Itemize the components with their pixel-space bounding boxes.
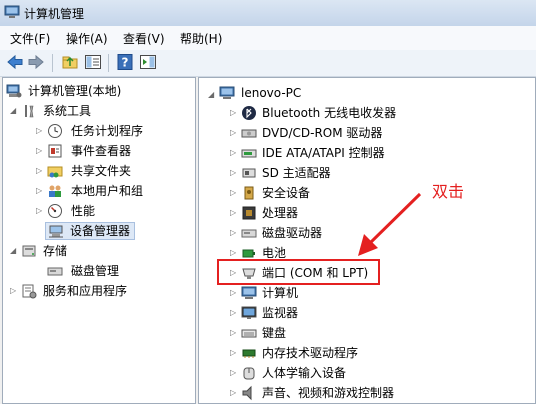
device-category-label: 磁盘驱动器: [262, 226, 323, 240]
device-category-label: 声音、视频和游戏控制器: [262, 386, 395, 400]
tree-label: 事件查看器: [71, 144, 132, 158]
menu-file[interactable]: 文件(F): [10, 30, 50, 47]
computer-management-icon: [4, 5, 20, 18]
expand-arrow-icon[interactable]: ▷: [230, 108, 236, 117]
device-category-label: 计算机: [262, 286, 299, 300]
tree-label: 计算机管理(本地): [28, 84, 122, 98]
computer-icon: [241, 286, 257, 299]
monitor-icon: [241, 306, 257, 319]
memory-chip-icon: [242, 349, 256, 358]
show-hide-tree-icon[interactable]: [84, 53, 102, 71]
collapse-arrow-icon[interactable]: ◢: [10, 106, 16, 115]
clock-icon: [48, 124, 62, 138]
expand-arrow-icon[interactable]: ▷: [230, 348, 236, 357]
device-category-label: DVD/CD-ROM 驱动器: [262, 126, 383, 140]
bluetooth-icon: [242, 106, 256, 120]
cd-drive-icon: [241, 129, 257, 138]
input-device-icon: [243, 367, 255, 380]
help-icon[interactable]: ?: [116, 53, 134, 71]
sd-card-icon: [242, 168, 256, 178]
expand-arrow-icon[interactable]: ▷: [230, 128, 236, 137]
expand-arrow-icon[interactable]: ▷: [36, 126, 42, 135]
back-arrow-icon[interactable]: [6, 53, 24, 71]
services-icon: [22, 284, 37, 299]
tree-label: lenovo-PC: [241, 86, 302, 100]
ide-controller-icon: [241, 149, 257, 158]
expand-arrow-icon[interactable]: ▷: [230, 288, 236, 297]
annotation-arrow-icon: [358, 192, 422, 256]
tree-label: 系统工具: [43, 104, 92, 118]
tree-label: 服务和应用程序: [43, 284, 128, 298]
expand-arrow-icon[interactable]: ▷: [230, 228, 236, 237]
security-device-icon: [244, 186, 254, 200]
device-category-label: 安全设备: [262, 186, 311, 200]
expand-arrow-icon[interactable]: ▷: [36, 206, 42, 215]
expand-arrow-icon[interactable]: ▷: [230, 368, 236, 377]
window-title: 计算机管理: [24, 7, 85, 21]
disk-icon: [241, 229, 257, 238]
device-category-label: SD 主适配器: [262, 166, 331, 180]
keyboard-icon: [241, 329, 257, 338]
title-bar: 计算机管理: [0, 0, 536, 26]
speaker-icon: [242, 385, 252, 401]
svg-text:?: ?: [122, 56, 129, 70]
tree-label: 存储: [43, 244, 68, 258]
device-category-label: 监视器: [262, 306, 299, 320]
tree-label: 设备管理器: [70, 224, 131, 238]
collapse-arrow-icon[interactable]: ◢: [10, 246, 16, 255]
expand-arrow-icon[interactable]: ▷: [230, 388, 236, 397]
expand-arrow-icon[interactable]: ▷: [230, 148, 236, 157]
processor-icon: [242, 206, 256, 220]
expand-arrow-icon[interactable]: ▷: [36, 166, 42, 175]
menu-view[interactable]: 查看(V): [123, 30, 165, 47]
tree-label: 性能: [71, 204, 96, 218]
tree-label: 磁盘管理: [71, 264, 120, 278]
tools-icon: [25, 105, 34, 118]
device-category-label: 内存技术驱动程序: [262, 346, 359, 360]
toolbar: ?: [0, 50, 536, 77]
console-tree-pane[interactable]: 计算机管理(本地) ◢ 系统工具 ▷ 任务计划程序 ▷ 事件查看器 ▷ 共享文件…: [2, 77, 196, 404]
computer-management-icon: [6, 84, 22, 98]
expand-arrow-icon[interactable]: ▷: [230, 208, 236, 217]
computer-icon: [219, 86, 235, 99]
collapse-arrow-icon[interactable]: ◢: [208, 90, 214, 99]
expand-arrow-icon[interactable]: ▷: [230, 248, 236, 257]
device-category-label: 键盘: [262, 326, 287, 340]
show-action-pane-icon[interactable]: [139, 53, 157, 71]
storage-icon: [22, 245, 36, 257]
disk-icon: [47, 267, 63, 276]
expand-arrow-icon[interactable]: ▷: [230, 188, 236, 197]
performance-icon: [48, 204, 62, 218]
expand-arrow-icon[interactable]: ▷: [36, 186, 42, 195]
menu-help[interactable]: 帮助(H): [180, 30, 222, 47]
expand-arrow-icon[interactable]: ▷: [10, 286, 16, 295]
expand-arrow-icon[interactable]: ▷: [230, 308, 236, 317]
shared-folder-icon: [47, 166, 63, 178]
menu-action[interactable]: 操作(A): [66, 30, 108, 47]
tree-label: 任务计划程序: [71, 124, 144, 138]
event-log-icon: [48, 144, 62, 158]
users-icon: [49, 185, 61, 197]
device-category-label: 人体学输入设备: [262, 366, 347, 380]
forward-arrow-icon[interactable]: [27, 53, 45, 71]
tree-label: 本地用户和组: [71, 184, 144, 198]
up-folder-icon[interactable]: [61, 53, 79, 71]
device-category-label: 处理器: [262, 206, 299, 220]
device-category-label: Bluetooth 无线电收发器: [262, 106, 397, 120]
annotation-double-click: 双击: [432, 182, 465, 201]
expand-arrow-icon[interactable]: ▷: [230, 328, 236, 337]
tree-item-device-manager[interactable]: 设备管理器: [45, 222, 135, 240]
expand-arrow-icon[interactable]: ▷: [36, 146, 42, 155]
expand-arrow-icon[interactable]: ▷: [230, 168, 236, 177]
menu-bar: 文件(F) 操作(A) 查看(V) 帮助(H): [0, 26, 536, 51]
tree-label: 共享文件夹: [71, 164, 132, 178]
device-category-label: IDE ATA/ATAPI 控制器: [262, 146, 385, 160]
device-manager-icon: [49, 225, 63, 238]
